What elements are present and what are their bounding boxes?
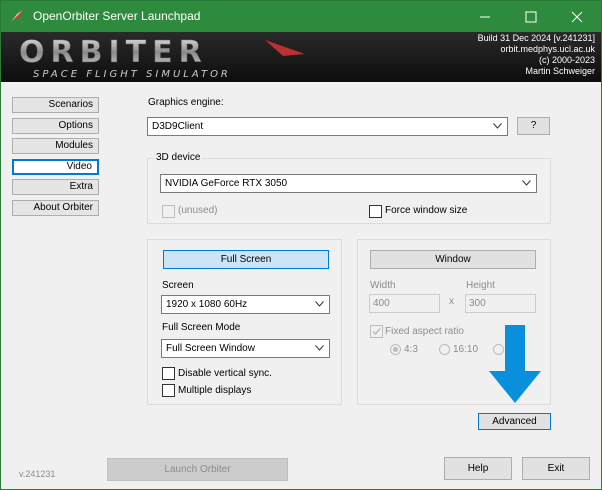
device-value: NVIDIA GeForce RTX 3050 (165, 178, 288, 189)
window-title: OpenOrbiter Server Launchpad (33, 9, 201, 23)
force-window-size-checkbox[interactable] (369, 205, 382, 218)
build-line-copyright: (c) 2000-2023 (538, 55, 595, 65)
chevron-down-icon (315, 345, 324, 351)
width-label: Width (370, 280, 396, 291)
multiple-displays-label: Multiple displays (178, 385, 252, 396)
nav-modules[interactable]: Modules (12, 138, 99, 154)
screen-select[interactable]: 1920 x 1080 60Hz (161, 295, 330, 314)
aspect-16-10-label: 16:10 (453, 344, 479, 355)
advanced-button[interactable]: Advanced (478, 413, 551, 430)
maximize-button[interactable] (508, 1, 554, 32)
aspect-4-3-label: 4:3 (404, 344, 418, 355)
orbiter-banner: ORBITER SPACE FLIGHT SIMULATOR Build 31 … (1, 32, 601, 82)
checkmark-icon (372, 328, 381, 336)
title-bar[interactable]: OpenOrbiter Server Launchpad (1, 1, 601, 32)
graphics-engine-help-button[interactable]: ? (517, 117, 550, 135)
multiple-displays-checkbox[interactable] (162, 384, 175, 397)
minimize-icon (480, 16, 490, 18)
disable-vsync-checkbox[interactable] (162, 367, 175, 380)
fixed-aspect-checkbox[interactable] (370, 325, 383, 338)
chevron-down-icon (315, 301, 324, 307)
fullscreen-mode-select[interactable]: Full Screen Window (161, 339, 330, 358)
height-input[interactable]: 300 (465, 294, 536, 313)
fixed-aspect-label: Fixed aspect ratio (385, 326, 464, 337)
device-group-title: 3D device (154, 152, 203, 163)
device-select[interactable]: NVIDIA GeForce RTX 3050 (160, 174, 537, 193)
fullscreen-button[interactable]: Full Screen (163, 250, 329, 269)
height-label: Height (466, 280, 495, 291)
unused-checkbox[interactable] (162, 205, 175, 218)
nav-options[interactable]: Options (12, 118, 99, 134)
graphics-engine-label: Graphics engine: (148, 97, 224, 108)
nav-video[interactable]: Video (12, 159, 99, 175)
build-line-version: Build 31 Dec 2024 [v.241231] (477, 33, 595, 43)
fullscreen-mode-label: Full Screen Mode (162, 322, 241, 333)
close-button[interactable] (554, 1, 600, 32)
maximize-icon (525, 11, 537, 23)
unused-label: (unused) (178, 205, 218, 216)
window-button[interactable]: Window (370, 250, 536, 269)
logo-text: ORBITER (19, 35, 208, 70)
fullscreen-mode-value: Full Screen Window (166, 343, 255, 354)
aspect-4-3-radio[interactable] (390, 344, 401, 355)
orbiter-logo: ORBITER SPACE FLIGHT SIMULATOR (19, 35, 305, 80)
minimize-button[interactable] (462, 1, 508, 32)
times-sign: x (449, 296, 454, 307)
chevron-down-icon (493, 123, 502, 129)
graphics-engine-value: D3D9Client (152, 121, 204, 132)
help-button[interactable]: Help (444, 457, 512, 480)
screen-value: 1920 x 1080 60Hz (166, 299, 248, 310)
version-label: v.241231 (19, 469, 56, 479)
force-window-size-label: Force window size (385, 205, 468, 216)
exit-button[interactable]: Exit (522, 457, 590, 480)
build-line-url: orbit.medphys.ucl.ac.uk (500, 44, 595, 54)
screen-label: Screen (162, 280, 194, 291)
logo-subtitle: SPACE FLIGHT SIMULATOR (33, 69, 231, 80)
chevron-down-icon (522, 180, 531, 186)
launch-orbiter-button[interactable]: Launch Orbiter (107, 458, 288, 481)
nav-scenarios[interactable]: Scenarios (12, 97, 99, 113)
graphics-engine-select[interactable]: D3D9Client (147, 117, 508, 136)
orbiter-app-icon (9, 8, 25, 24)
width-input[interactable]: 400 (369, 294, 440, 313)
launchpad-window: OpenOrbiter Server Launchpad ORBITER SPA… (0, 0, 602, 490)
nav-extra[interactable]: Extra (12, 179, 99, 195)
build-info: Build 31 Dec 2024 [v.241231] orbit.medph… (478, 33, 595, 77)
build-line-author: Martin Schweiger (525, 66, 595, 76)
annotation-arrow-icon (489, 325, 541, 403)
close-icon (571, 11, 583, 23)
nav-about-orbiter[interactable]: About Orbiter (12, 200, 99, 216)
aspect-16-10-radio[interactable] (439, 344, 450, 355)
disable-vsync-label: Disable vertical sync. (178, 368, 272, 379)
